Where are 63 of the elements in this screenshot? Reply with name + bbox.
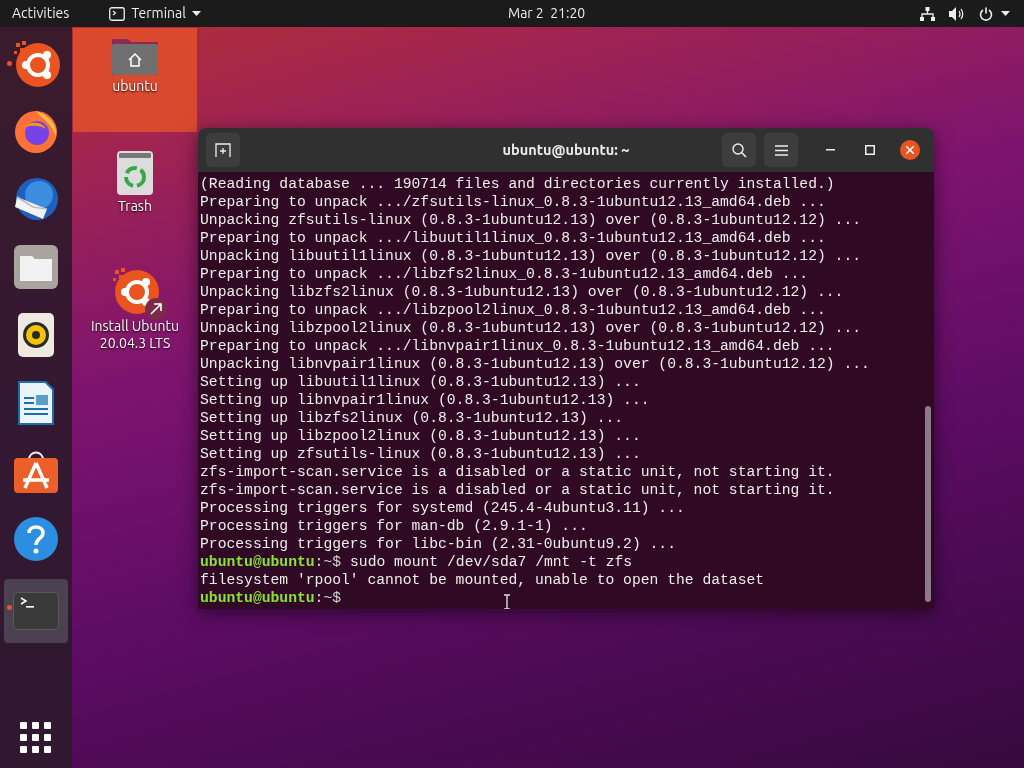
prompt-user: ubuntu@ubuntu [200,553,315,571]
new-tab-button[interactable] [206,133,240,167]
activities-button[interactable]: Activities [12,3,70,24]
desktop-icon[interactable]: Install Ubuntu 20.04.3 LTS [73,256,197,360]
power-icon[interactable] [979,6,993,21]
terminal-output-line: Unpacking libnvpair1linux (0.8.3-1ubuntu12.13) over (0.8.3-1ubuntu12.12) ... [200,355,870,373]
minimize-icon [825,149,835,151]
terminal-icon [109,6,126,21]
help-icon [13,516,59,562]
network-icon[interactable] [920,6,935,21]
home-folder-icon [111,36,159,76]
terminal-output-line: Preparing to unpack .../libzfs2linux_0.8.3-1ubuntu12.13_amd64.deb ... [200,265,809,283]
scrollbar[interactable] [925,406,931,602]
trash-icon [116,150,154,196]
terminal-output-line: Unpacking libzpool2linux (0.8.3-1ubuntu12.13) over (0.8.3-1ubuntu12.12) ... [200,319,862,337]
terminal-output-line: zfs-import-scan.service is a disabled or a static unit, not starting it. [200,481,835,499]
caret-icon [191,10,201,17]
terminal-output-line: Processing triggers for man-db (2.9.1-1) ... [200,517,588,535]
terminal-output-line: Processing triggers for systemd (245.4-4ubuntu3.11) ... [200,499,685,517]
app-menu[interactable]: Terminal [109,3,201,24]
prompt-path: :~$ [314,589,342,607]
maximize-icon [865,145,875,155]
terminal-output-line: Preparing to unpack .../libnvpair1linux_0.8.3-1ubuntu12.13_amd64.deb ... [200,337,835,355]
terminal-icon [13,592,59,630]
volume-icon[interactable] [949,6,965,21]
command-text: sudo mount /dev/sda7 /mnt -t zfs [349,553,633,571]
folder-icon [13,244,59,290]
terminal-output-line: Processing triggers for libc-bin (2.31-0ubuntu9.2) ... [200,535,676,553]
terminal-output-line: Setting up zfsutils-linux (0.8.3-1ubuntu12.13) ... [200,445,641,463]
close-icon [906,146,914,154]
window-title: ubuntu@ubuntu: ~ [502,140,630,161]
desktop-icon-label: Install Ubuntu 20.04.3 LTS [89,318,181,352]
app-grid-icon[interactable] [20,722,52,754]
terminal-output-line: Unpacking libuutil1linux (0.8.3-1ubuntu12.13) over (0.8.3-1ubuntu12.12) ... [200,247,862,265]
clock[interactable]: Mar 2 21:20 [508,3,586,24]
new-tab-icon [215,143,231,157]
desktop-icon-label: Trash [117,198,153,215]
desktop-icon-label: ubuntu [111,78,159,95]
terminal-output-line: Unpacking zfsutils-linux (0.8.3-1ubuntu12.13) over (0.8.3-1ubuntu12.12) ... [200,211,862,229]
terminal-output-line: Preparing to unpack .../libzpool2linux_0.8.3-1ubuntu12.13_amd64.deb ... [200,301,826,319]
document-icon [17,380,55,426]
caret-icon[interactable] [1001,10,1010,17]
terminal-output-line: Preparing to unpack .../libuutil1linux_0.8.3-1ubuntu12.13_amd64.deb ... [200,229,826,247]
terminal-output-line: Setting up libuutil1linux (0.8.3-1ubuntu12.13) ... [200,373,641,391]
terminal-output-line: Setting up libnvpair1linux (0.8.3-1ubuntu12.13) ... [200,391,650,409]
terminal-output-line: zfs-import-scan.service is a disabled or a static unit, not starting it. [200,463,835,481]
terminal-output-line: Setting up libzfs2linux (0.8.3-1ubuntu12.13) ... [200,409,624,427]
prompt-path: :~$ [314,553,342,571]
close-button[interactable] [900,140,920,160]
desktop-icon[interactable]: Trash [73,142,197,246]
menu-button[interactable] [764,133,798,167]
search-icon [731,142,747,158]
terminal-output-line: Setting up libzpool2linux (0.8.3-1ubuntu12.13) ... [200,427,641,445]
desktop-icon[interactable]: ubuntu [73,28,197,132]
terminal-output-line: Unpacking libzfs2linux (0.8.3-1ubuntu12.13) over (0.8.3-1ubuntu12.12) ... [200,283,844,301]
terminal-output-line: Preparing to unpack .../zfsutils-linux_0.8.3-1ubuntu12.13_amd64.deb ... [200,193,826,211]
speaker-icon [17,312,55,358]
menu-icon [774,144,788,156]
prompt-user: ubuntu@ubuntu [200,589,315,607]
terminal-output-line: filesystem 'rpool' cannot be mounted, unable to open the dataset [200,571,765,589]
text-cursor-icon [503,594,511,609]
terminal-output-line: (Reading database ... 190714 files and directories currently installed.) [200,175,835,193]
search-button[interactable] [722,133,756,167]
